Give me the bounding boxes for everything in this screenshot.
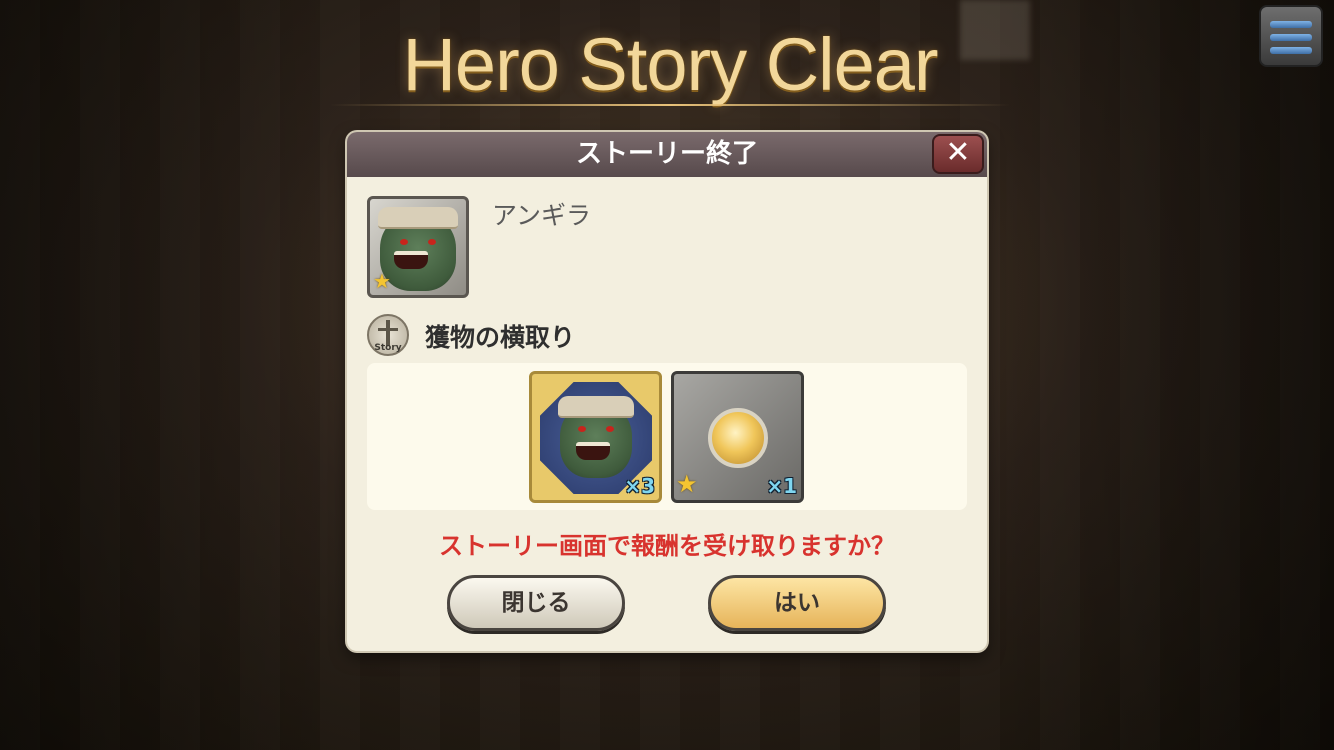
story-name: 獲物の横取り [425,323,576,352]
eye [400,239,408,245]
close-icon: ✕ [945,135,971,170]
mouth [576,442,610,460]
hamburger-icon-bar [1270,47,1312,54]
reward-hero-count: ×3 [624,474,655,498]
sword-guard [378,328,398,331]
close-dialog-button[interactable]: 閉じる [447,575,625,631]
story-icon: Story [367,314,409,356]
menu-button[interactable] [1259,5,1323,67]
hero-name: アンギラ [492,201,592,230]
bandana [378,207,458,229]
star-icon: ★ [373,269,391,293]
eye [606,426,614,432]
bandana [558,396,634,418]
reward-box: ×3 ★ ×1 [367,363,967,510]
hamburger-icon-bar [1270,34,1312,41]
star-icon: ★ [676,470,698,498]
close-button[interactable]: ✕ [932,134,984,174]
banner-underline [330,104,1010,106]
coin-icon [708,408,768,468]
mouth [394,251,428,269]
eye [428,239,436,245]
dialog-title: ストーリー終了 [575,139,758,169]
reward-coin-item[interactable]: ★ ×1 [671,371,804,503]
confirm-question: ストーリー画面で報酬を受け取りますか？ [439,532,895,560]
story-clear-dialog: ストーリー終了 ✕ ★ アンギラ Story 獲物の横取り ×3 ★ ×1 スト [347,132,987,651]
reward-hero-item[interactable]: ×3 [529,371,662,503]
reward-coin-count: ×1 [766,474,797,498]
hamburger-icon [1270,21,1312,28]
yes-button[interactable]: はい [708,575,886,631]
eye [578,426,586,432]
clear-banner-title: Hero Story Clear [402,23,938,106]
story-icon-tag: Story [374,343,402,353]
hero-portrait[interactable]: ★ [367,196,469,298]
